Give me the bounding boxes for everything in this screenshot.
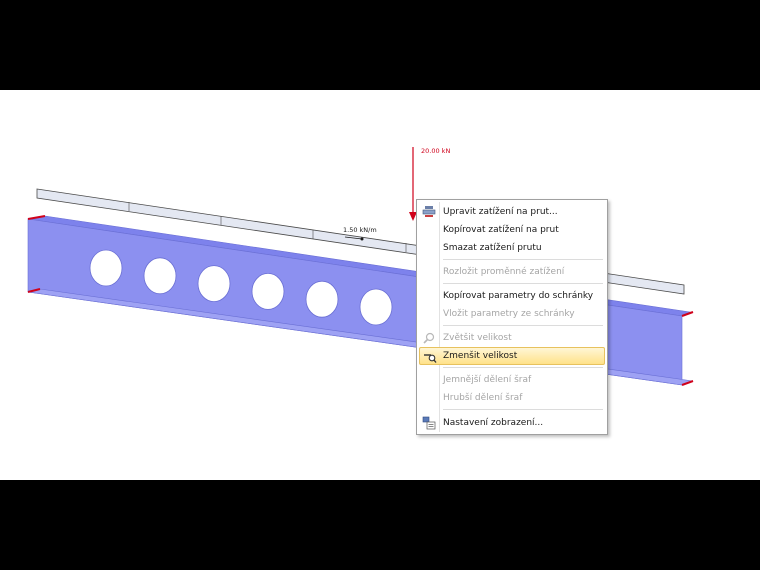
model-scene: 1.50 kN/m 20.00 kN	[27, 147, 694, 386]
menu-item-label: Jemnější dělení šraf	[443, 375, 532, 385]
menu-item-copy-parameters[interactable]: Kopírovat parametry do schránky	[419, 287, 605, 305]
menu-item-label: Vložit parametry ze schránky	[443, 309, 575, 319]
zoom-in-icon	[423, 332, 435, 344]
menu-item-paste-parameters[interactable]: Vložit parametry ze schránky	[419, 305, 605, 323]
web-opening	[143, 257, 177, 295]
web-opening	[89, 249, 123, 287]
menu-item-edit-member-load[interactable]: Upravit zatížení na prut...	[419, 203, 605, 221]
menu-item-label: Hrubší dělení šraf	[443, 393, 523, 403]
line-load-label: 1.50 kN/m	[343, 226, 377, 234]
web-opening	[197, 265, 231, 303]
menu-item-increase-size[interactable]: Zvětšit velikost	[419, 329, 605, 347]
menu-item-label: Kopírovat zatížení na prut	[443, 225, 559, 235]
line-load-arrow-head	[360, 237, 364, 241]
web-opening	[305, 280, 339, 318]
menu-separator	[443, 367, 603, 368]
menu-item-label: Zvětšit velikost	[443, 333, 512, 343]
menu-item-finer-hatching[interactable]: Jemnější dělení šraf	[419, 371, 605, 389]
menu-item-label: Rozložit proměnné zatížení	[443, 267, 565, 277]
web-opening	[251, 272, 285, 310]
menu-item-coarser-hatching[interactable]: Hrubší dělení šraf	[419, 389, 605, 407]
menu-separator	[443, 283, 603, 284]
menu-item-label: Upravit zatížení na prut...	[443, 207, 558, 217]
context-menu: Upravit zatížení na prut... Kopírovat za…	[416, 199, 608, 435]
display-settings-icon	[422, 416, 436, 430]
menu-item-delete-member-load[interactable]: Smazat zatížení prutu	[419, 239, 605, 257]
menu-item-distribute-variable-load[interactable]: Rozložit proměnné zatížení	[419, 263, 605, 281]
menu-item-copy-member-load[interactable]: Kopírovat zatížení na prut	[419, 221, 605, 239]
model-viewport[interactable]: 1.50 kN/m 20.00 kN Upravit zatížení na p…	[0, 90, 760, 480]
menu-item-label: Nastavení zobrazení...	[443, 418, 544, 428]
web-opening	[359, 288, 393, 326]
edit-load-icon	[422, 206, 436, 217]
menu-item-label: Zmenšit velikost	[443, 351, 518, 361]
menu-separator	[443, 409, 603, 410]
menu-separator	[443, 259, 603, 260]
menu-item-label: Smazat zatížení prutu	[443, 243, 542, 253]
menu-item-decrease-size[interactable]: Zmenšit velikost	[419, 347, 605, 365]
menu-separator	[443, 325, 603, 326]
nodal-load-label: 20.00 kN	[421, 147, 450, 155]
menu-item-display-settings[interactable]: Nastavení zobrazení...	[419, 414, 605, 432]
menu-item-label: Kopírovat parametry do schránky	[443, 291, 594, 301]
zoom-out-icon	[424, 354, 437, 363]
